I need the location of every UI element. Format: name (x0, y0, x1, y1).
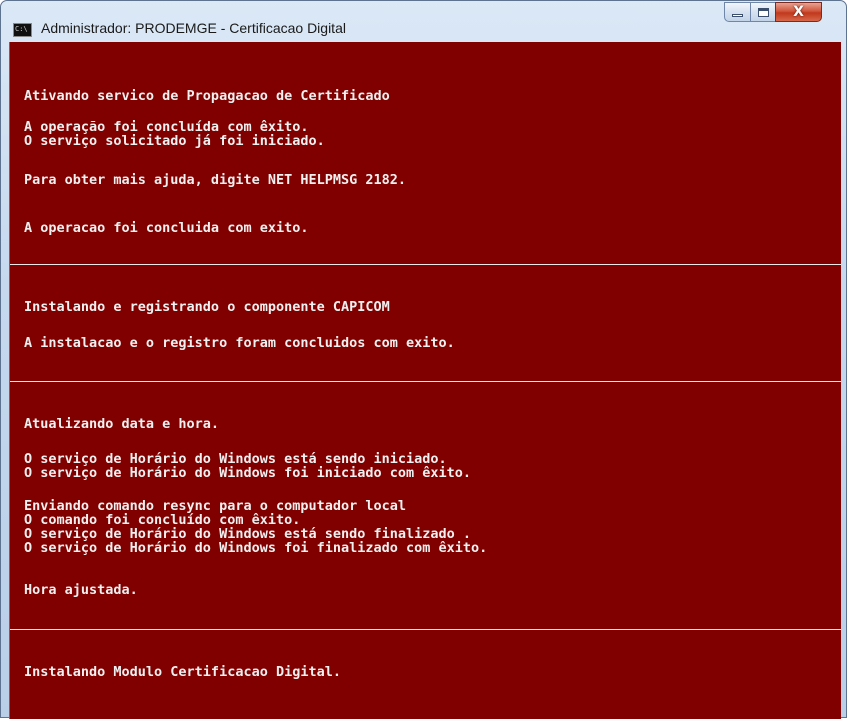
console-line: O serviço de Horário do Windows foi fina… (24, 540, 488, 556)
title-bar[interactable]: C:\ Administrador: PRODEMGE - Certificac… (1, 1, 846, 41)
console-window: C:\ Administrador: PRODEMGE - Certificac… (0, 0, 847, 719)
console-line: A operacao foi concluida com exito. (24, 220, 309, 236)
console-icon[interactable]: C:\ (13, 23, 32, 37)
window-title: Administrador: PRODEMGE - Certificacao D… (41, 20, 346, 36)
console-line: Instalando Modulo Certificacao Digital. (24, 664, 341, 680)
minimize-button[interactable] (724, 2, 751, 22)
console-line: Hora ajustada. (24, 582, 138, 598)
section-separator (10, 381, 841, 382)
console-line: Atualizando data e hora. (24, 416, 220, 432)
console-output[interactable]: Ativando servico de Propagacao de Certif… (9, 42, 841, 719)
section-separator (10, 264, 841, 265)
console-line: O serviço de Horário do Windows está sen… (24, 451, 447, 467)
console-line: A instalacao e o registro foram concluid… (24, 335, 455, 351)
maximize-button[interactable] (750, 2, 776, 22)
section-separator (10, 629, 841, 630)
console-line: Ativando servico de Propagacao de Certif… (24, 88, 390, 104)
console-line: O serviço solicitado já foi iniciado. (24, 133, 325, 149)
maximize-icon (757, 7, 769, 17)
console-line: Instalando e registrando o componente CA… (24, 299, 390, 315)
console-line: Enviando comando resync para o computado… (24, 498, 407, 514)
console-line: O serviço de Horário do Windows foi inic… (24, 465, 472, 481)
console-line: Para obter mais ajuda, digite NET HELPMS… (24, 172, 407, 188)
console-line: A operação foi concluída com êxito. (24, 119, 309, 135)
close-icon: X (793, 4, 804, 20)
minimize-icon (732, 13, 743, 17)
close-button[interactable]: X (775, 2, 822, 22)
console-line: O comando foi concluído com êxito. (24, 512, 301, 528)
console-line: O serviço de Horário do Windows está sen… (24, 526, 472, 542)
